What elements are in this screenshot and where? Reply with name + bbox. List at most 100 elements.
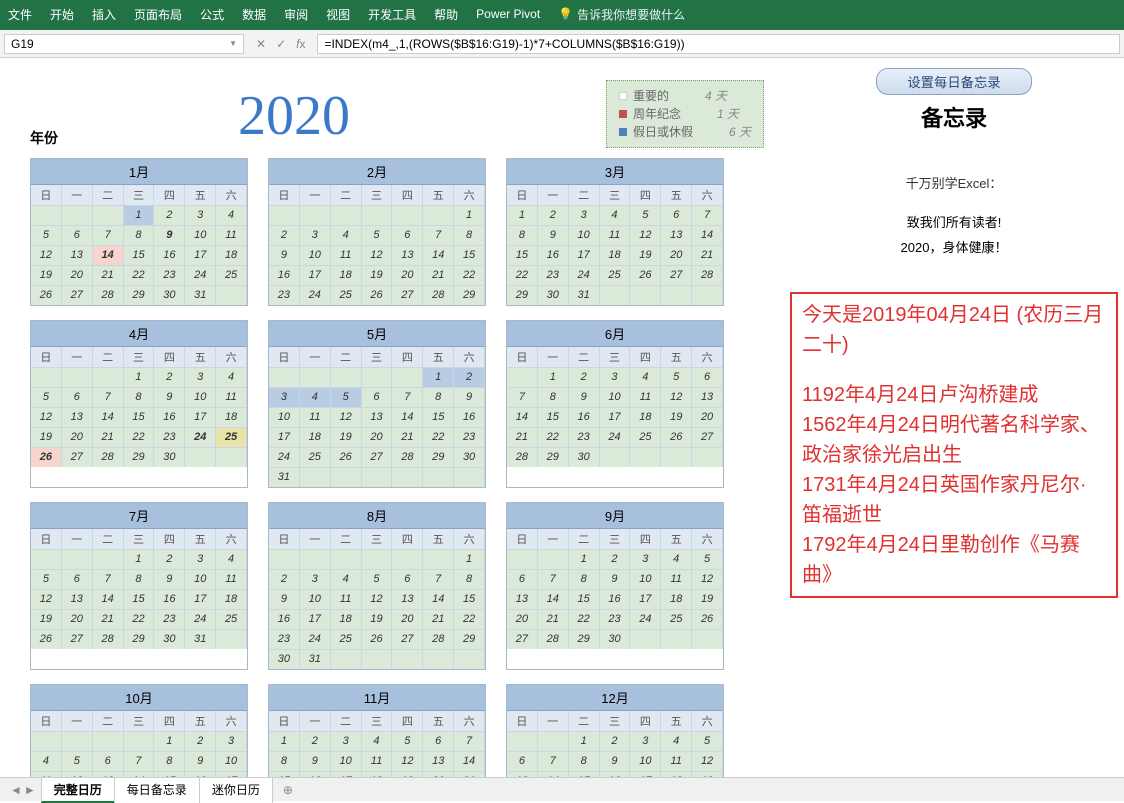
fx-icon[interactable]: fx — [296, 37, 305, 51]
day-cell[interactable]: 29 — [124, 629, 155, 649]
day-cell[interactable] — [31, 549, 62, 569]
day-cell[interactable]: 9 — [569, 387, 600, 407]
day-cell[interactable] — [692, 629, 723, 649]
day-cell[interactable] — [661, 447, 692, 467]
day-cell[interactable]: 10 — [630, 751, 661, 771]
day-cell[interactable]: 4 — [600, 205, 631, 225]
day-cell[interactable] — [423, 649, 454, 669]
day-cell[interactable]: 7 — [538, 569, 569, 589]
day-cell[interactable]: 21 — [93, 427, 124, 447]
day-cell[interactable]: 5 — [692, 731, 723, 751]
day-cell[interactable] — [93, 367, 124, 387]
day-cell[interactable]: 1 — [154, 731, 185, 751]
day-cell[interactable]: 24 — [269, 447, 300, 467]
day-cell[interactable]: 20 — [392, 265, 423, 285]
day-cell[interactable]: 16 — [269, 265, 300, 285]
day-cell[interactable]: 4 — [216, 367, 247, 387]
day-cell[interactable]: 23 — [569, 427, 600, 447]
day-cell[interactable] — [269, 367, 300, 387]
day-cell[interactable] — [630, 447, 661, 467]
day-cell[interactable]: 3 — [185, 549, 216, 569]
day-cell[interactable]: 16 — [154, 589, 185, 609]
dropdown-icon[interactable]: ▼ — [229, 39, 237, 48]
day-cell[interactable]: 12 — [31, 245, 62, 265]
day-cell[interactable]: 1 — [538, 367, 569, 387]
day-cell[interactable] — [31, 731, 62, 751]
day-cell[interactable]: 3 — [216, 731, 247, 751]
day-cell[interactable] — [692, 447, 723, 467]
day-cell[interactable]: 16 — [569, 407, 600, 427]
day-cell[interactable]: 12 — [692, 751, 723, 771]
day-cell[interactable]: 7 — [423, 225, 454, 245]
day-cell[interactable]: 23 — [269, 285, 300, 305]
day-cell[interactable]: 17 — [569, 245, 600, 265]
day-cell[interactable]: 4 — [362, 731, 393, 751]
day-cell[interactable] — [185, 447, 216, 467]
day-cell[interactable]: 1 — [269, 731, 300, 751]
day-cell[interactable]: 29 — [454, 629, 485, 649]
day-cell[interactable]: 5 — [331, 387, 362, 407]
day-cell[interactable]: 20 — [692, 407, 723, 427]
prev-sheet-icon[interactable]: ◄ — [10, 783, 22, 797]
day-cell[interactable]: 6 — [93, 751, 124, 771]
day-cell[interactable]: 23 — [154, 609, 185, 629]
day-cell[interactable]: 29 — [124, 285, 155, 305]
day-cell[interactable]: 1 — [454, 549, 485, 569]
day-cell[interactable]: 28 — [392, 447, 423, 467]
day-cell[interactable]: 14 — [93, 245, 124, 265]
day-cell[interactable] — [216, 447, 247, 467]
day-cell[interactable]: 9 — [154, 569, 185, 589]
day-cell[interactable]: 2 — [185, 731, 216, 751]
day-cell[interactable]: 28 — [423, 629, 454, 649]
day-cell[interactable]: 25 — [331, 629, 362, 649]
day-cell[interactable]: 6 — [62, 225, 93, 245]
day-cell[interactable]: 22 — [454, 609, 485, 629]
day-cell[interactable]: 10 — [216, 751, 247, 771]
day-cell[interactable]: 5 — [31, 225, 62, 245]
day-cell[interactable] — [423, 205, 454, 225]
day-cell[interactable]: 14 — [423, 589, 454, 609]
day-cell[interactable] — [507, 367, 538, 387]
day-cell[interactable]: 2 — [269, 225, 300, 245]
ribbon-tab[interactable]: 插入 — [92, 6, 116, 23]
day-cell[interactable]: 15 — [124, 245, 155, 265]
day-cell[interactable]: 29 — [423, 447, 454, 467]
day-cell[interactable]: 29 — [507, 285, 538, 305]
day-cell[interactable]: 16 — [154, 407, 185, 427]
day-cell[interactable]: 2 — [269, 569, 300, 589]
day-cell[interactable]: 27 — [692, 427, 723, 447]
day-cell[interactable]: 21 — [692, 245, 723, 265]
day-cell[interactable] — [392, 549, 423, 569]
day-cell[interactable]: 4 — [331, 569, 362, 589]
day-cell[interactable]: 26 — [362, 629, 393, 649]
day-cell[interactable] — [62, 549, 93, 569]
day-cell[interactable]: 8 — [569, 751, 600, 771]
day-cell[interactable]: 12 — [31, 407, 62, 427]
day-cell[interactable]: 18 — [331, 265, 362, 285]
day-cell[interactable]: 17 — [630, 589, 661, 609]
worksheet[interactable]: 年份 2020 重要的4 天周年纪念1 天假日或休假6 天 1月日一二三四五六1… — [0, 58, 784, 778]
day-cell[interactable]: 5 — [362, 225, 393, 245]
day-cell[interactable] — [31, 205, 62, 225]
day-cell[interactable]: 2 — [154, 549, 185, 569]
day-cell[interactable] — [392, 467, 423, 487]
day-cell[interactable]: 5 — [392, 731, 423, 751]
day-cell[interactable] — [93, 549, 124, 569]
day-cell[interactable]: 27 — [507, 629, 538, 649]
day-cell[interactable]: 20 — [62, 427, 93, 447]
day-cell[interactable]: 12 — [331, 407, 362, 427]
day-cell[interactable]: 30 — [269, 649, 300, 669]
day-cell[interactable]: 25 — [661, 609, 692, 629]
day-cell[interactable]: 6 — [62, 569, 93, 589]
day-cell[interactable] — [300, 205, 331, 225]
day-cell[interactable]: 7 — [93, 387, 124, 407]
day-cell[interactable] — [300, 549, 331, 569]
day-cell[interactable]: 5 — [362, 569, 393, 589]
day-cell[interactable]: 27 — [62, 447, 93, 467]
ribbon-tab[interactable]: 公式 — [200, 6, 224, 23]
day-cell[interactable]: 13 — [661, 225, 692, 245]
day-cell[interactable]: 14 — [93, 589, 124, 609]
day-cell[interactable]: 14 — [454, 751, 485, 771]
day-cell[interactable]: 31 — [569, 285, 600, 305]
day-cell[interactable]: 13 — [62, 245, 93, 265]
